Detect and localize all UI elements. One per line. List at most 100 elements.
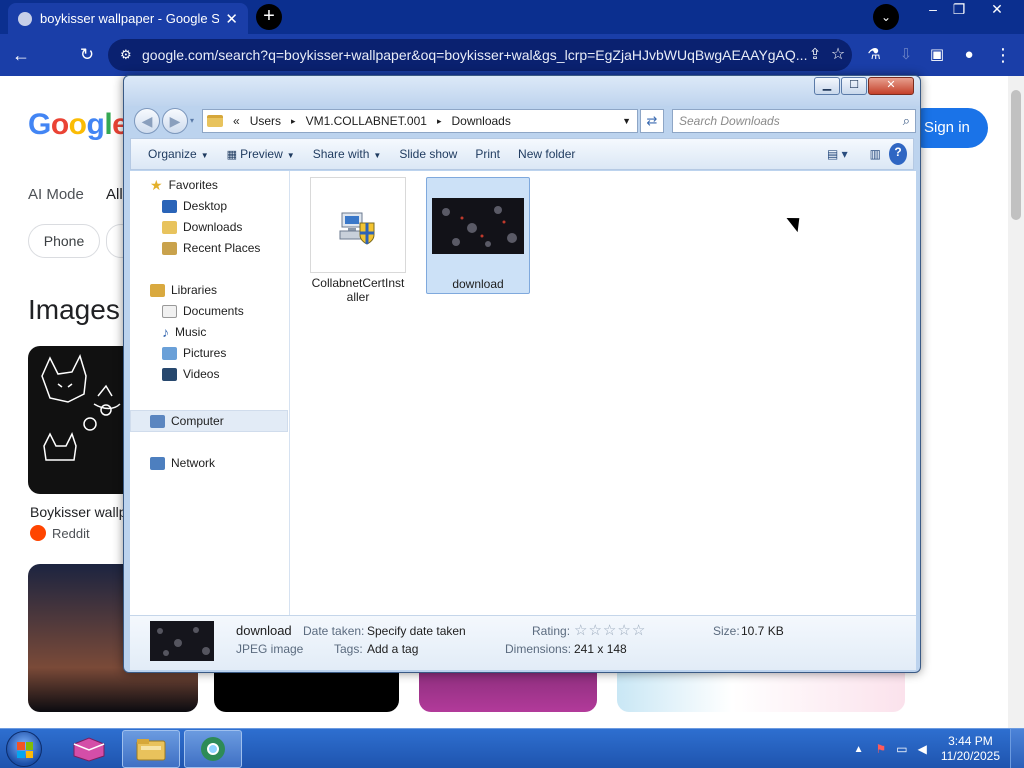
tab-favicon-icon	[18, 11, 32, 26]
nav-item-videos[interactable]: Videos	[162, 364, 219, 384]
preview-app-icon: ▦	[226, 149, 241, 161]
labs-flask-icon[interactable]: ⚗	[861, 42, 887, 68]
tags-value[interactable]: Add a tag	[367, 642, 418, 656]
change-view-icon[interactable]: ▤ ▾	[827, 143, 848, 165]
nav-item-libraries[interactable]: Libraries	[150, 280, 217, 300]
back-arrow-icon[interactable]: ←	[8, 42, 34, 68]
nav-item-computer[interactable]: Computer	[150, 411, 224, 431]
new-tab-button[interactable]: +	[256, 4, 282, 30]
details-thumbnail	[150, 621, 214, 661]
share-with-menu[interactable]: Share with ▼	[304, 139, 391, 169]
menu-kebab-icon[interactable]: ⋮	[990, 42, 1016, 68]
reload-icon[interactable]: ↻	[74, 42, 100, 68]
breadcrumb-downloads[interactable]: Downloads	[451, 114, 510, 128]
search-icon[interactable]: ⌕	[903, 113, 910, 129]
breadcrumb-overflow[interactable]: «	[233, 114, 240, 128]
network-icon	[150, 456, 165, 470]
source-name: Reddit	[52, 525, 90, 541]
tab-ai-mode[interactable]: AI Mode	[28, 186, 84, 203]
bookmark-star-icon[interactable]: ☆	[825, 42, 851, 68]
show-desktop-button[interactable]	[1010, 729, 1024, 768]
image-result-caption[interactable]: Boykisser wallp	[30, 504, 126, 520]
browser-tab[interactable]: boykisser wallpaper - Google Se ✕	[8, 3, 248, 34]
date-taken-value[interactable]: Specify date taken	[367, 624, 466, 638]
explorer-address-bar[interactable]: « Users ▸ VM1.COLLABNET.001 ▸ Downloads …	[202, 109, 638, 133]
taskbar-explorer-icon[interactable]	[122, 730, 180, 768]
image-thumbnail	[430, 178, 526, 274]
start-button[interactable]	[6, 731, 42, 767]
breadcrumb-user-folder[interactable]: VM1.COLLABNET.001	[306, 114, 427, 128]
filter-chip-phone[interactable]: Phone	[28, 224, 100, 258]
taskbar-chrome-icon[interactable]	[184, 730, 242, 768]
explorer-address-row: ◀ ▶ ▾ « Users ▸ VM1.COLLABNET.001 ▸ Down…	[130, 106, 916, 136]
window-restore-button[interactable]: ❐	[944, 0, 974, 20]
explorer-title-bar[interactable]: ▁ ☐ ✕	[124, 76, 920, 106]
address-dropdown-icon[interactable]: ▼	[622, 116, 631, 126]
file-list-pane[interactable]: CollabnetCertInst aller download	[290, 171, 916, 615]
address-bar[interactable]: ⚙ google.com/search?q=boykisser+wallpape…	[108, 39, 852, 71]
taskbar-clock[interactable]: 3:44 PM 11/20/2025	[931, 734, 1010, 764]
nav-item-favorites[interactable]: ★ Favorites	[150, 175, 218, 195]
file-name: CollabnetCertInst aller	[311, 276, 405, 304]
nav-item-documents[interactable]: Documents	[162, 301, 244, 321]
breadcrumb-separator-icon[interactable]: ▸	[437, 116, 442, 127]
image-result-source[interactable]: Reddit	[30, 525, 90, 541]
organize-menu[interactable]: Organize ▼	[139, 139, 218, 169]
file-item[interactable]: CollabnetCertInst aller	[306, 177, 410, 304]
help-icon[interactable]: ?	[889, 143, 907, 165]
details-file-name: download	[236, 623, 292, 638]
image-result-thumbnail[interactable]	[28, 346, 138, 494]
preview-menu[interactable]: ▦ Preview ▼	[218, 139, 304, 169]
taskbar-app-pink-icon[interactable]	[60, 730, 118, 768]
folder-icon	[207, 115, 223, 127]
explorer-forward-icon[interactable]: ▶	[162, 108, 188, 134]
url-text: google.com/search?q=boykisser+wallpaper&…	[142, 47, 808, 63]
boykisser-sketch-image	[41, 353, 121, 461]
window-close-button[interactable]: ✕	[982, 0, 1012, 20]
navigation-pane: ★ Favorites Desktop Downloads Recent Pla…	[130, 171, 290, 615]
tab-close-icon[interactable]: ✕	[225, 10, 238, 28]
clock-time: 3:44 PM	[948, 734, 993, 748]
google-logo[interactable]: Google	[28, 108, 129, 142]
explorer-back-icon[interactable]: ◀	[134, 108, 160, 134]
nav-item-network[interactable]: Network	[150, 453, 215, 473]
recent-pages-chevron-icon[interactable]: ▾	[190, 116, 194, 125]
preview-pane-icon[interactable]: ▥	[870, 143, 881, 165]
nav-item-recent-places[interactable]: Recent Places	[162, 238, 260, 258]
page-scrollbar-thumb[interactable]	[1011, 90, 1021, 220]
tab-search-chevron-icon[interactable]: ⌄	[873, 4, 899, 30]
print-button[interactable]: Print	[466, 139, 509, 169]
browser-tab-strip: boykisser wallpaper - Google Se ✕ + ⌄ – …	[0, 0, 1024, 34]
explorer-refresh-icon[interactable]: ⇄	[640, 109, 664, 133]
slide-show-button[interactable]: Slide show	[390, 139, 466, 169]
explorer-maximize-button[interactable]: ☐	[841, 77, 867, 95]
nav-item-desktop[interactable]: Desktop	[162, 196, 227, 216]
breadcrumb-users[interactable]: Users	[250, 114, 281, 128]
system-tray: ▲ ⚑ ▭ ◀ 3:44 PM 11/20/2025	[854, 729, 1024, 768]
nav-item-downloads[interactable]: Downloads	[162, 217, 242, 237]
explorer-search-input[interactable]: Search Downloads ⌕	[672, 109, 916, 133]
site-info-icon[interactable]: ⚙	[120, 39, 132, 71]
browser-toolbar: ← ↻ ⚙ google.com/search?q=boykisser+wall…	[0, 34, 1024, 76]
nav-item-music[interactable]: ♪ Music	[162, 322, 206, 342]
explorer-close-button[interactable]: ✕	[868, 77, 914, 95]
profile-avatar-icon[interactable]: ●	[956, 42, 982, 68]
reddit-icon	[30, 525, 46, 541]
nav-item-pictures[interactable]: Pictures	[162, 343, 226, 363]
new-folder-button[interactable]: New folder	[509, 139, 584, 169]
breadcrumb-separator-icon[interactable]: ▸	[291, 116, 296, 127]
installer-icon	[310, 177, 406, 273]
computer-icon	[150, 414, 165, 428]
explorer-minimize-button[interactable]: ▁	[814, 77, 840, 95]
file-item-selected[interactable]: download	[426, 177, 530, 294]
dimensions-label: Dimensions:	[505, 642, 572, 656]
side-panel-icon[interactable]: ▣	[924, 42, 950, 68]
network-status-icon[interactable]: ▭	[896, 742, 907, 756]
action-center-flag-icon[interactable]: ⚑	[875, 742, 886, 756]
size-label: Size:	[713, 624, 740, 638]
rating-stars[interactable]: ☆☆☆☆☆	[574, 621, 646, 639]
tab-all[interactable]: All	[106, 186, 123, 203]
volume-muted-icon[interactable]: ◀	[918, 742, 927, 756]
show-hidden-icons-icon[interactable]: ▲	[854, 744, 864, 755]
download-icon[interactable]: ⇩	[893, 42, 919, 68]
